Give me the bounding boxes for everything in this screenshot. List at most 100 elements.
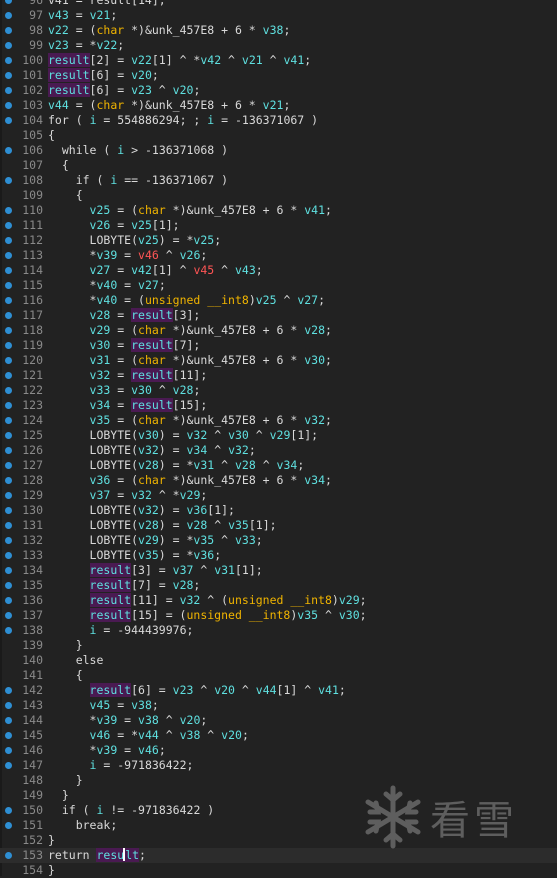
code-line[interactable]: 98 v22 = (char *)&unk_457E8 + 6 * v38; <box>0 23 557 38</box>
code-line[interactable]: 100 result[2] = v22[1] ^ *v42 ^ v21 ^ v41… <box>0 53 557 68</box>
code-text: v35 = (char *)&unk_457E8 + 6 * v32; <box>89 413 332 427</box>
code-line[interactable]: 120 v31 = (char *)&unk_457E8 + 6 * v30; <box>0 353 557 368</box>
line-number: 110 <box>22 203 43 217</box>
line-number: 111 <box>22 218 43 232</box>
code-text: v27 = v42[1] ^ v45 ^ v43; <box>89 263 263 277</box>
code-text: v37 = v32 ^ *v29; <box>89 488 208 502</box>
code-line[interactable]: 102 result[6] = v23 ^ v20; <box>0 83 557 98</box>
code-text: LOBYTE(v30) = v32 ^ v30 ^ v29[1]; <box>48 428 319 442</box>
code-line[interactable]: 133 LOBYTE(v35) = *v36; <box>0 548 557 563</box>
code-line[interactable]: 103 v44 = (char *)&unk_457E8 + 6 * v21; <box>0 98 557 113</box>
watermark-text: 看雪 <box>430 798 518 844</box>
line-number: 129 <box>22 488 43 502</box>
pseudocode-editor[interactable]: 96 v41 = result[14]; 97 v43 = v21; 98 v22 = (… <box>0 0 557 878</box>
line-number: 96 <box>29 0 43 7</box>
code-line[interactable]: 122 v33 = v30 ^ v28; <box>0 383 557 398</box>
line-number: 105 <box>22 128 43 142</box>
line-number: 142 <box>22 683 43 697</box>
code-text: v28 = result[3]; <box>89 308 201 322</box>
line-number: 132 <box>22 533 43 547</box>
line-number: 119 <box>22 338 43 352</box>
code-text: v44 = (char *)&unk_457E8 + 6 * v21; <box>48 98 291 112</box>
code-line[interactable]: 136 result[11] = v32 ^ (unsigned __int8)… <box>0 593 557 608</box>
code-line[interactable]: 138 i = -944439976; <box>0 623 557 638</box>
line-number: 147 <box>22 758 43 772</box>
code-line[interactable]: 144 *v39 = v38 ^ v20; <box>0 713 557 728</box>
code-line[interactable]: 146 *v39 = v46; <box>0 743 557 758</box>
code-line[interactable]: 135 result[7] = v28; <box>0 578 557 593</box>
code-line[interactable]: 141 { <box>0 668 557 683</box>
code-line[interactable]: 127 LOBYTE(v28) = *v31 ^ v28 ^ v34; <box>0 458 557 473</box>
code-line[interactable]: 125 LOBYTE(v30) = v32 ^ v30 ^ v29[1]; <box>0 428 557 443</box>
code-text: *v39 = v46 ^ v26; <box>48 248 208 262</box>
code-line[interactable]: 140 else <box>0 653 557 668</box>
line-number: 148 <box>22 773 43 787</box>
line-number: 126 <box>22 443 43 457</box>
code-line[interactable]: 145 v46 = *v44 ^ v38 ^ v20; <box>0 728 557 743</box>
code-text: else <box>75 653 104 667</box>
code-line[interactable]: 128 v36 = (char *)&unk_457E8 + 6 * v34; <box>0 473 557 488</box>
line-number: 112 <box>22 233 43 247</box>
code-text: LOBYTE(v28) = *v31 ^ v28 ^ v34; <box>48 458 305 472</box>
line-number: 139 <box>22 638 43 652</box>
code-line[interactable]: 107 { <box>0 158 557 173</box>
code-line[interactable]: 124 v35 = (char *)&unk_457E8 + 6 * v32; <box>0 413 557 428</box>
line-number: 120 <box>22 353 43 367</box>
code-line[interactable]: 117 v28 = result[3]; <box>0 308 557 323</box>
code-line[interactable]: 97 v43 = v21; <box>0 8 557 23</box>
code-line[interactable]: 96 v41 = result[14]; <box>0 0 557 8</box>
code-text: v29 = (char *)&unk_457E8 + 6 * v28; <box>89 323 332 337</box>
code-line[interactable]: 99 v23 = *v22; <box>0 38 557 53</box>
code-text: while ( i > -136371068 ) <box>61 143 229 157</box>
code-line[interactable]: 116 *v40 = (unsigned __int8)v25 ^ v27; <box>0 293 557 308</box>
code-line[interactable]: 110 v25 = (char *)&unk_457E8 + 6 * v41; <box>0 203 557 218</box>
code-text: v33 = v30 ^ v28; <box>89 383 201 397</box>
code-line[interactable]: 115 *v40 = v27; <box>0 278 557 293</box>
snowflake-icon <box>365 785 421 849</box>
code-line[interactable]: 112 LOBYTE(v25) = *v25; <box>0 233 557 248</box>
code-line[interactable]: 129 v37 = v32 ^ *v29; <box>0 488 557 503</box>
code-text: { <box>48 158 69 172</box>
code-line[interactable]: 147 i = -971836422; <box>0 758 557 773</box>
code-line[interactable]: 114 v27 = v42[1] ^ v45 ^ v43; <box>0 263 557 278</box>
code-line[interactable]: 119 v30 = result[7]; <box>0 338 557 353</box>
code-text: result[7] = v28; <box>89 578 201 592</box>
code-line[interactable]: 113 *v39 = v46 ^ v26; <box>0 248 557 263</box>
code-line[interactable]: 130 LOBYTE(v32) = v36[1]; <box>0 503 557 518</box>
code-line[interactable]: 108 if ( i == -136371067 ) <box>0 173 557 188</box>
code-line[interactable]: 105 { <box>0 128 557 143</box>
line-number: 151 <box>22 818 43 832</box>
code-text: { <box>48 188 83 202</box>
line-number: 100 <box>22 53 43 67</box>
code-text: if ( i != -971836422 ) <box>61 803 215 817</box>
line-number: 99 <box>29 38 43 52</box>
code-line[interactable]: 118 v29 = (char *)&unk_457E8 + 6 * v28; <box>0 323 557 338</box>
code-text: v30 = result[7]; <box>89 338 201 352</box>
code-line[interactable]: 134 result[3] = v37 ^ v31[1]; <box>0 563 557 578</box>
code-line[interactable]: 126 LOBYTE(v32) = v34 ^ v32; <box>0 443 557 458</box>
code-line[interactable]: 106 while ( i > -136371068 ) <box>0 143 557 158</box>
line-number: 141 <box>22 668 43 682</box>
code-line[interactable]: 131 LOBYTE(v28) = v28 ^ v35[1]; <box>0 518 557 533</box>
code-line[interactable]: 104 for ( i = 554886294; ; i = -136371067… <box>0 113 557 128</box>
code-line[interactable]: 143 v45 = v38; <box>0 698 557 713</box>
line-number: 153 <box>22 848 43 862</box>
line-number: 109 <box>22 188 43 202</box>
code-text: LOBYTE(v32) = v34 ^ v32; <box>48 443 256 457</box>
code-line[interactable]: 137 result[15] = (unsigned __int8)v35 ^ … <box>0 608 557 623</box>
code-line[interactable]: 121 v32 = result[11]; <box>0 368 557 383</box>
code-line[interactable]: 132 LOBYTE(v29) = *v35 ^ v33; <box>0 533 557 548</box>
line-number: 118 <box>22 323 43 337</box>
code-text: LOBYTE(v32) = v36[1]; <box>48 503 235 517</box>
code-line[interactable]: 101 result[6] = v20; <box>0 68 557 83</box>
code-text: LOBYTE(v29) = *v35 ^ v33; <box>48 533 263 547</box>
line-number: 145 <box>22 728 43 742</box>
code-text: return result; <box>48 848 146 862</box>
code-line[interactable]: 123 v34 = result[15]; <box>0 398 557 413</box>
code-line[interactable]: 142 result[6] = v23 ^ v20 ^ v44[1] ^ v41… <box>0 683 557 698</box>
code-line[interactable]: 109 { <box>0 188 557 203</box>
code-line[interactable]: 111 v26 = v25[1]; <box>0 218 557 233</box>
line-number: 113 <box>22 248 43 262</box>
line-number: 134 <box>22 563 43 577</box>
code-line[interactable]: 139 } <box>0 638 557 653</box>
